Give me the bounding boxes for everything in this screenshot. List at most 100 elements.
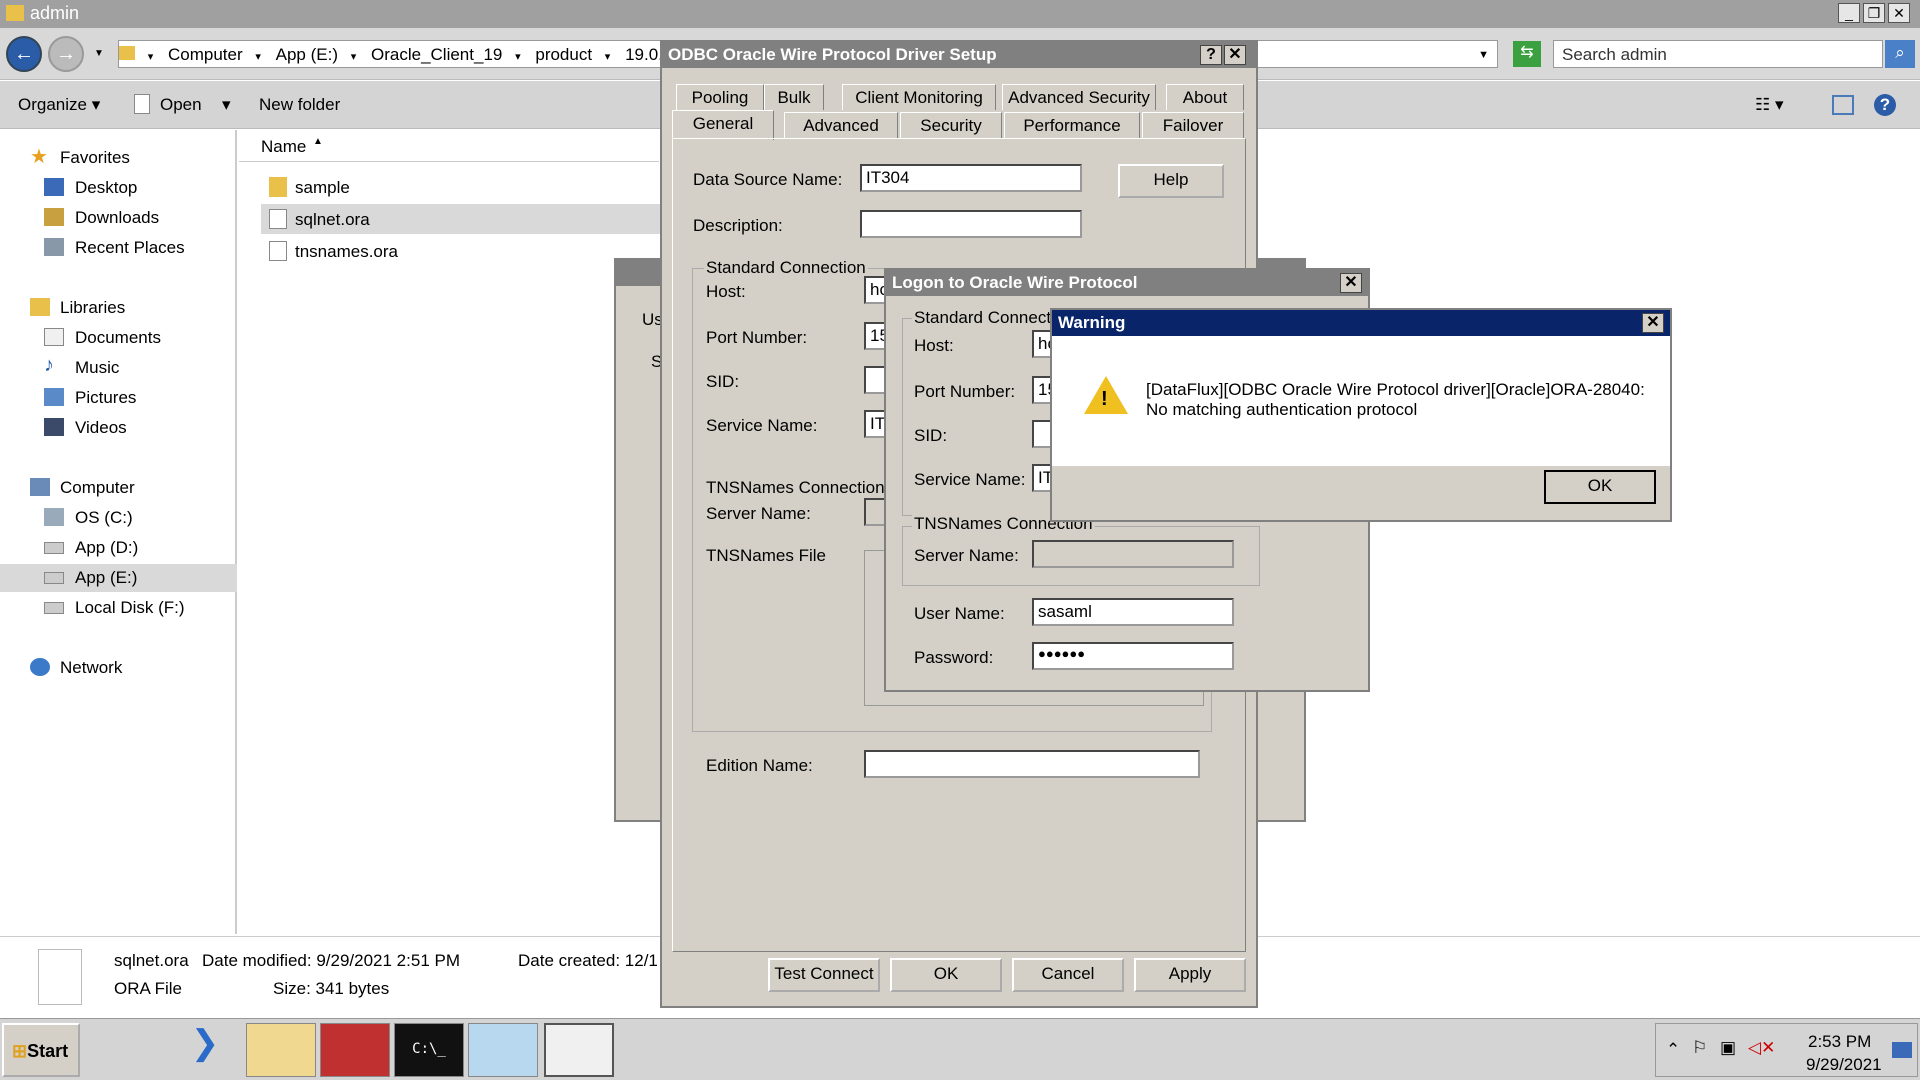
tab-advanced-security[interactable]: Advanced Security (1002, 84, 1156, 110)
sidebar-item-app-d[interactable]: App (D:) (0, 534, 237, 562)
sidebar-item-downloads[interactable]: Downloads (0, 204, 237, 232)
powershell-icon[interactable]: ❯ (170, 1023, 240, 1077)
description-input[interactable] (860, 210, 1082, 238)
tab-performance[interactable]: Performance (1004, 112, 1140, 138)
tab-security[interactable]: Security (900, 112, 1002, 138)
sidebar-item-pictures[interactable]: Pictures (0, 384, 237, 412)
sidebar-item-videos[interactable]: Videos (0, 414, 237, 442)
search-input[interactable]: Search admin (1553, 40, 1883, 68)
forward-button[interactable]: → (48, 36, 84, 72)
libraries-icon (30, 298, 50, 316)
ok-button[interactable]: OK (890, 958, 1002, 992)
odbc-admin-icon[interactable] (544, 1023, 614, 1077)
close-icon[interactable]: ✕ (1340, 273, 1362, 293)
details-filename: sqlnet.ora (114, 951, 189, 970)
volume-muted-icon[interactable]: ◁✕ (1748, 1038, 1775, 1058)
sidebar-item-desktop[interactable]: Desktop (0, 174, 237, 202)
chevron-right-icon[interactable]: ▾ (605, 50, 611, 63)
crumb-product[interactable]: product (535, 45, 592, 65)
address-dropdown-icon[interactable]: ▼ (1478, 49, 1489, 61)
tab-bulk[interactable]: Bulk (764, 84, 824, 110)
open-dropdown-icon[interactable]: ▾ (222, 95, 231, 115)
tab-advanced[interactable]: Advanced (784, 112, 898, 138)
user-name-input[interactable]: sasaml (1032, 598, 1234, 626)
sidebar-item-documents[interactable]: Documents (0, 324, 237, 352)
desktop-icon (44, 178, 64, 196)
toolbox-icon[interactable] (320, 1023, 390, 1077)
crumb-app-e[interactable]: App (E:) (276, 45, 338, 65)
tab-failover[interactable]: Failover (1142, 112, 1244, 138)
tab-pooling[interactable]: Pooling (676, 84, 764, 110)
sidebar-item-app-e[interactable]: App (E:) (0, 564, 237, 592)
list-item[interactable]: sample (261, 172, 661, 202)
notepad-icon[interactable] (468, 1023, 538, 1077)
minimize-button[interactable]: _ (1838, 3, 1860, 23)
drive-icon (44, 542, 64, 554)
new-folder-button[interactable]: New folder (259, 95, 340, 115)
sidebar-item-libraries[interactable]: Libraries (0, 294, 237, 322)
show-hidden-icons[interactable]: ⌃ (1666, 1040, 1680, 1060)
warning-ok-button[interactable]: OK (1544, 470, 1656, 504)
sidebar-item-favorites[interactable]: ★ Favorites (0, 144, 237, 172)
password-input[interactable]: ●●●●●● (1032, 642, 1234, 670)
tnsnames-file-label: TNSNames File (706, 546, 826, 565)
context-help-button[interactable]: ? (1200, 45, 1222, 65)
show-desktop-icon[interactable] (1892, 1042, 1912, 1058)
close-button[interactable]: ✕ (1888, 3, 1910, 23)
apply-button[interactable]: Apply (1134, 958, 1246, 992)
chevron-right-icon[interactable]: ▾ (148, 50, 154, 63)
file-list: Name ▲ sample sqlnet.ora tnsnames.ora (239, 130, 661, 934)
network-tray-icon[interactable]: ▣ (1720, 1038, 1736, 1058)
sidebar-item-music[interactable]: ♪ Music (0, 354, 237, 382)
preview-pane-icon[interactable] (1832, 95, 1854, 115)
crumb-computer[interactable]: Computer (168, 45, 243, 65)
history-dropdown-icon[interactable]: ▼ (94, 48, 104, 59)
warning-exclamation-icon: ! (1101, 388, 1108, 410)
tab-client-monitoring[interactable]: Client Monitoring (842, 84, 996, 110)
chevron-right-icon[interactable]: ▾ (255, 50, 261, 63)
start-button[interactable]: ⊞Start (2, 1023, 80, 1077)
cancel-button[interactable]: Cancel (1012, 958, 1124, 992)
search-icon[interactable]: ⌕ (1885, 40, 1915, 68)
list-item[interactable]: sqlnet.ora (261, 204, 661, 234)
clock-time[interactable]: 2:53 PM (1808, 1032, 1871, 1052)
chevron-right-icon[interactable]: ▾ (351, 50, 357, 63)
edition-name-input[interactable] (864, 750, 1200, 778)
column-header-name[interactable]: Name ▲ (239, 130, 659, 162)
open-button[interactable]: Open (160, 95, 202, 115)
refresh-icon[interactable]: ⇆ (1513, 41, 1541, 67)
test-connect-button[interactable]: Test Connect (768, 958, 880, 992)
dsn-input[interactable]: IT304 (860, 164, 1082, 192)
logon-port-label: Port Number: (914, 382, 1016, 401)
password-label: Password: (914, 648, 994, 667)
flag-icon[interactable]: ⚐ (1692, 1038, 1707, 1058)
sidebar-item-recent[interactable]: Recent Places (0, 234, 237, 262)
explorer-taskbar-icon[interactable] (246, 1023, 316, 1077)
clock-date[interactable]: 9/29/2021 (1806, 1055, 1882, 1075)
tab-about[interactable]: About (1166, 84, 1244, 110)
logon-server-input[interactable] (1032, 540, 1234, 568)
pictures-icon (44, 388, 64, 406)
details-type: ORA File (114, 979, 183, 998)
sidebar-item-network[interactable]: Network (0, 654, 237, 682)
tab-general[interactable]: General (672, 110, 774, 140)
close-icon[interactable]: ✕ (1224, 45, 1246, 65)
sidebar-item-os-c[interactable]: OS (C:) (0, 504, 237, 532)
description-label: Description: (693, 216, 783, 235)
list-item[interactable]: tnsnames.ora (261, 236, 661, 266)
crumb-oracle-client[interactable]: Oracle_Client_19 (371, 45, 502, 65)
restore-button[interactable]: ❐ (1863, 3, 1885, 23)
help-icon[interactable]: ? (1874, 94, 1896, 116)
drive-icon (44, 602, 64, 614)
sidebar-item-computer[interactable]: Computer (0, 474, 237, 502)
close-icon[interactable]: ✕ (1642, 313, 1664, 333)
chevron-right-icon[interactable]: ▾ (515, 50, 521, 63)
cmd-icon[interactable]: C:\_ (394, 1023, 464, 1077)
folder-icon (6, 5, 24, 21)
help-button[interactable]: Help (1118, 164, 1224, 198)
view-options-icon[interactable]: ☷ ▾ (1755, 95, 1784, 115)
back-button[interactable]: ← (6, 36, 42, 72)
sidebar-item-local-f[interactable]: Local Disk (F:) (0, 594, 237, 622)
organize-button[interactable]: Organize ▾ (18, 95, 100, 115)
server-manager-icon[interactable] (96, 1023, 166, 1077)
